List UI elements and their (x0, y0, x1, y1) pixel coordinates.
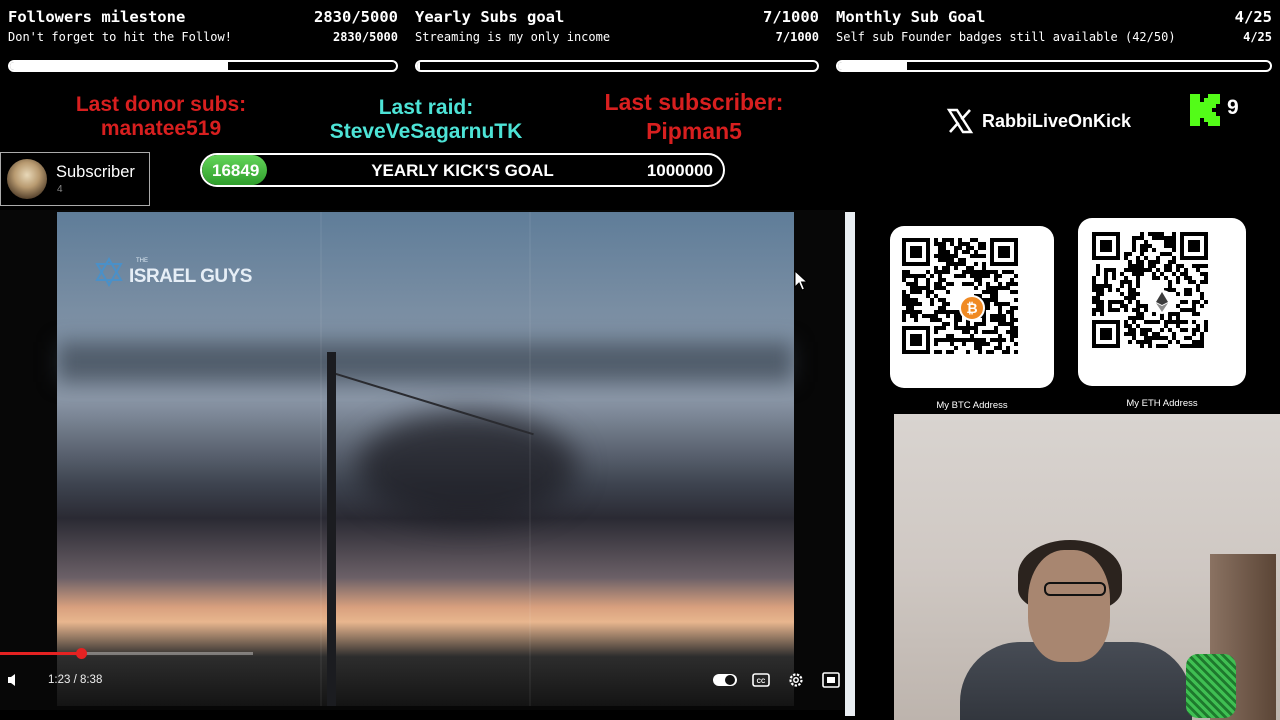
subscriber-card: Subscriber 4 (0, 152, 150, 206)
followers-goal: Followers milestone 2830/5000 Don't forg… (0, 0, 398, 80)
video-player[interactable]: THE ISRAEL GUYS 1:23 / 8:38 CC (0, 210, 845, 710)
goal-progress-bar (415, 60, 819, 72)
eth-caption: My ETH Address (1126, 398, 1198, 409)
eth-qr-card (1078, 218, 1246, 386)
svg-text:₿: ₿ (966, 301, 977, 317)
goal-count: 7/1000 (763, 8, 819, 26)
x-social-handle: RabbiLiveOnKick (946, 106, 1131, 136)
video-time: 1:23 / 8:38 (48, 674, 103, 686)
goal-progress-fill (10, 62, 229, 70)
star-of-david-icon (95, 256, 123, 288)
goal-subtitle: Streaming is my only income (415, 30, 611, 44)
background-window-edge (845, 212, 855, 716)
kick-logo-icon (1190, 94, 1220, 126)
subscriber-label: Subscriber (56, 163, 135, 181)
btc-qr-card: ₿ (890, 226, 1054, 388)
settings-gear-icon[interactable] (787, 671, 805, 689)
goal-count-secondary: 4/25 (1243, 30, 1272, 44)
captions-icon[interactable]: CC (752, 672, 770, 688)
autoplay-toggle-icon[interactable] (712, 671, 738, 689)
ethereum-icon (1150, 290, 1174, 314)
x-logo-icon (946, 108, 974, 134)
volume-icon[interactable] (6, 672, 22, 688)
goal-count: 2830/5000 (314, 8, 398, 26)
yearly-kick-goal-bar: 16849 YEARLY KICK'S GOAL 1000000 (200, 153, 725, 187)
subscriber-count: 4 (57, 184, 63, 195)
utility-pole (327, 352, 336, 706)
goal-title: Yearly Subs goal (415, 8, 565, 26)
goal-subtitle: Self sub Founder badges still available … (836, 30, 1176, 44)
streamer-face (1028, 550, 1110, 662)
yearly-subs-goal: Yearly Subs goal 7/1000 Streaming is my … (407, 0, 819, 80)
goal-title: Followers milestone (8, 8, 186, 26)
goal-progress-bar (8, 60, 398, 72)
seek-bar-played (0, 652, 81, 655)
last-subscriber-name: Pipman5 (646, 118, 742, 144)
monthly-sub-goal: Monthly Sub Goal 4/25 Self sub Founder b… (828, 0, 1272, 80)
last-raid-label: Last raid: (378, 96, 474, 119)
goal-count: 4/25 (1234, 8, 1272, 26)
green-cup (1186, 654, 1236, 718)
seek-handle[interactable] (75, 648, 87, 659)
last-raid-alert: Last raid: SteveVeSagarnuTK (300, 96, 552, 144)
webcam-feed (894, 414, 1280, 720)
channel-watermark: THE ISRAEL GUYS (93, 256, 252, 288)
last-subscriber-alert: Last subscriber: Pipman5 (575, 88, 813, 146)
seek-bar[interactable] (0, 648, 253, 659)
goal-subtitle: Don't forget to hit the Follow! (8, 30, 232, 44)
x-handle-text: RabbiLiveOnKick (982, 110, 1132, 131)
last-donor-name: manatee519 (100, 117, 222, 140)
goal-title: Monthly Sub Goal (836, 8, 986, 26)
last-donor-label: Last donor subs: (75, 93, 247, 116)
channel-name: ISRAEL GUYS (129, 266, 252, 287)
kick-viewer-count: 9 (1227, 96, 1239, 119)
last-subscriber-label: Last subscriber: (604, 89, 784, 115)
kick-goal-label: YEARLY KICK'S GOAL (371, 161, 554, 180)
btc-caption: My BTC Address (936, 400, 1008, 411)
miniplayer-icon[interactable] (822, 672, 840, 688)
last-donor-alert: Last donor subs: manatee519 (40, 93, 282, 141)
goal-progress-bar (836, 60, 1272, 72)
last-raid-name: SteveVeSagarnuTK (329, 120, 523, 143)
goal-count-secondary: 2830/5000 (332, 30, 398, 44)
avatar (7, 159, 47, 199)
goal-progress-fill (838, 62, 908, 70)
kick-goal-total: 1000000 (646, 161, 713, 180)
video-frame[interactable]: THE ISRAEL GUYS (57, 212, 794, 706)
svg-text:CC: CC (757, 679, 766, 685)
goal-count-secondary: 7/1000 (775, 30, 819, 44)
channel-prefix: THE (136, 258, 148, 264)
mouse-cursor-icon (794, 270, 808, 291)
bitcoin-icon: ₿ (959, 295, 985, 321)
glasses-icon (1044, 582, 1106, 596)
goal-progress-fill (417, 62, 420, 70)
